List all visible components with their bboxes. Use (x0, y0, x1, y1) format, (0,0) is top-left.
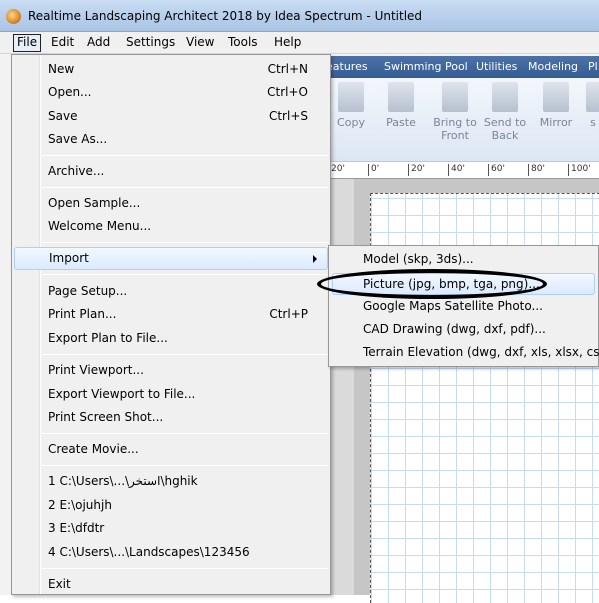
menu-item-create-movie[interactable]: Create Movie... (48, 442, 139, 456)
annotation-ellipse (317, 269, 547, 299)
menu-item-print-viewport[interactable]: Print Viewport... (48, 363, 144, 377)
ribbon-toolbar: Copy Paste Bring to Front Send to Back M… (328, 78, 599, 162)
cut-off-tool-button[interactable]: s (586, 82, 599, 129)
ruler-label: 0' (368, 164, 379, 176)
recent-file-1[interactable]: 1 C:\Users\...\استخر\hghik (48, 474, 198, 488)
app-logo-icon (6, 9, 21, 24)
ruler-label: 100' (568, 164, 591, 176)
menu-item-exit[interactable]: Exit (48, 577, 71, 591)
menu-item-save-as[interactable]: Save As... (48, 132, 107, 146)
ruler-label: 80' (528, 164, 545, 176)
menu-item-import-label: Import (49, 251, 89, 265)
mirror-button[interactable]: Mirror (536, 82, 576, 129)
menu-separator (41, 187, 328, 188)
menu-settings[interactable]: Settings (123, 34, 178, 52)
mirror-icon (543, 82, 569, 112)
recent-file-4[interactable]: 4 C:\Users\...\Landscapes\123456 (48, 545, 250, 559)
menu-separator (41, 242, 328, 243)
send-to-back-icon (492, 82, 518, 112)
recent-file-2[interactable]: 2 E:\ojuhjh (48, 498, 112, 512)
tab-features[interactable]: eatures (326, 60, 368, 73)
shortcut-new: Ctrl+N (267, 62, 308, 76)
import-google-maps[interactable]: Google Maps Satellite Photo... (363, 299, 543, 313)
menu-item-welcome-menu[interactable]: Welcome Menu... (48, 219, 151, 233)
menu-item-print-screen-shot[interactable]: Print Screen Shot... (48, 410, 163, 424)
send-to-back-button[interactable]: Send to Back (482, 82, 528, 142)
shortcut-save: Ctrl+S (268, 109, 308, 123)
tab-plants[interactable]: Pl (588, 60, 598, 73)
paste-button[interactable]: Paste (384, 82, 418, 129)
menu-item-save[interactable]: Save (48, 109, 77, 123)
menu-item-new[interactable]: New (48, 62, 74, 76)
ruler-label: 40' (448, 164, 465, 176)
menu-view[interactable]: View (183, 34, 217, 52)
plan-canvas[interactable] (354, 179, 599, 603)
import-terrain-elevation[interactable]: Terrain Elevation (dwg, dxf, xls, xlsx, … (363, 345, 599, 359)
menu-item-page-setup[interactable]: Page Setup... (48, 284, 127, 298)
import-cad-drawing[interactable]: CAD Drawing (dwg, dxf, pdf)... (363, 322, 546, 336)
menu-item-open[interactable]: Open... (48, 85, 92, 99)
menu-item-export-viewport[interactable]: Export Viewport to File... (48, 387, 195, 401)
menu-help[interactable]: Help (271, 34, 304, 52)
horizontal-ruler: 20' 0' 20' 40' 60' 80' 100' (328, 162, 599, 179)
bring-to-front-icon (442, 82, 468, 112)
copy-icon (338, 82, 364, 112)
menu-separator (41, 274, 328, 275)
ruler-label: 60' (488, 164, 505, 176)
import-model[interactable]: Model (skp, 3ds)... (363, 252, 474, 266)
menu-item-archive[interactable]: Archive... (48, 164, 104, 178)
tab-utilities[interactable]: Utilities (476, 60, 517, 73)
paste-icon (388, 82, 414, 112)
menu-separator (41, 354, 328, 355)
file-menu: New Ctrl+N Open... Ctrl+O Save Ctrl+S Sa… (11, 54, 331, 595)
vertical-ruler (328, 179, 354, 595)
menu-bar: File Edit Add Settings View Tools Help (0, 32, 599, 54)
menu-separator (41, 465, 328, 466)
copy-button[interactable]: Copy (336, 82, 366, 129)
window-title: Realtime Landscaping Architect 2018 by I… (28, 9, 423, 23)
ribbon-tab-bar: eatures Swimming Pool Utilities Modeling… (326, 56, 599, 78)
menu-tools[interactable]: Tools (225, 34, 261, 52)
shortcut-open: Ctrl+O (267, 85, 308, 99)
menu-separator (41, 155, 328, 156)
menu-item-print-plan[interactable]: Print Plan... (48, 307, 116, 321)
import-submenu: Model (skp, 3ds)... Picture (jpg, bmp, t… (328, 245, 599, 367)
shortcut-print-plan: Ctrl+P (269, 307, 308, 321)
title-bar: Realtime Landscaping Architect 2018 by I… (0, 0, 599, 32)
menu-edit[interactable]: Edit (48, 34, 77, 52)
cut-off-tool-icon (586, 82, 599, 112)
menu-item-import[interactable]: Import (14, 247, 328, 270)
submenu-arrow-icon (313, 255, 317, 263)
menu-item-open-sample[interactable]: Open Sample... (48, 196, 140, 210)
tab-modeling[interactable]: Modeling (528, 60, 578, 73)
ruler-label: 20' (408, 164, 425, 176)
tab-swimming-pool[interactable]: Swimming Pool (384, 60, 468, 73)
menu-separator (41, 568, 328, 569)
menu-file[interactable]: File (13, 34, 42, 52)
menu-add[interactable]: Add (84, 34, 113, 52)
menu-separator (41, 433, 328, 434)
menu-item-export-plan[interactable]: Export Plan to File... (48, 331, 168, 345)
recent-file-3[interactable]: 3 E:\dfdtr (48, 521, 104, 535)
bring-to-front-button[interactable]: Bring to Front (432, 82, 478, 142)
